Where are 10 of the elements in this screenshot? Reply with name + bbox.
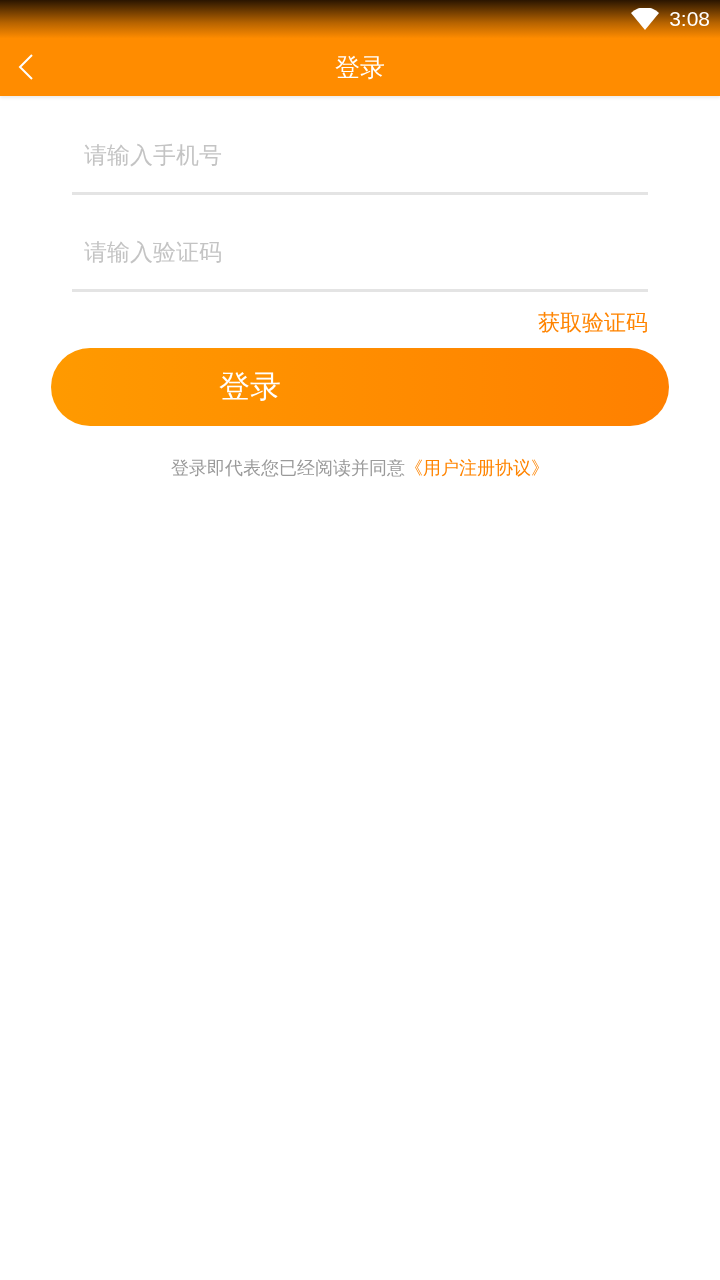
get-code-link[interactable]: 获取验证码 — [538, 308, 648, 338]
agreement-link[interactable]: 《用户注册协议》 — [405, 457, 549, 478]
wifi-icon — [631, 8, 660, 30]
input-field[interactable]: 请输入验证码 — [72, 215, 648, 292]
status-time: 3:08 — [669, 7, 710, 31]
login-button[interactable]: 登录 — [51, 348, 669, 426]
back-icon[interactable] — [18, 53, 34, 81]
input-field[interactable]: 请输入手机号 — [72, 118, 648, 195]
page-title: 登录 — [335, 51, 385, 84]
agreement-text: 登录即代表您已经阅读并同意《用户注册协议》 — [170, 456, 550, 480]
